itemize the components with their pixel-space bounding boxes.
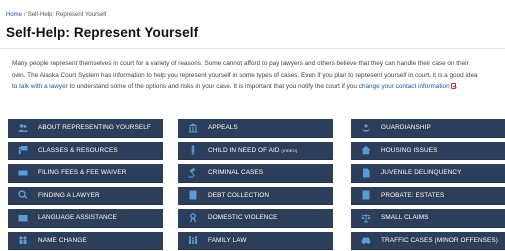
change-contact-info-link[interactable]: change your contact information [359, 83, 450, 90]
tile-label: ABOUT REPRESENTING YOURSELF [38, 124, 151, 132]
tile-small-claims[interactable]: SMALL CLAIMS [351, 209, 505, 228]
tile-label: APPEALS [208, 124, 238, 132]
tile-about-representing-yourself[interactable]: ABOUT REPRESENTING YOURSELF [8, 119, 163, 138]
calculator-icon [178, 187, 208, 205]
tile-debt-collection[interactable]: DEBT COLLECTION [178, 186, 333, 205]
search-icon [8, 187, 38, 205]
document-icon [351, 164, 381, 182]
tile-label: GUARDIANSHIP [381, 124, 431, 132]
topic-grid: ABOUT REPRESENTING YOURSELF CLASSES & RE… [8, 119, 505, 251]
presentation-icon [8, 142, 38, 160]
tile-appeals[interactable]: APPEALS [178, 119, 333, 138]
tile-housing-issues[interactable]: HOUSING ISSUES [351, 141, 505, 160]
tile-label: DEBT COLLECTION [208, 191, 270, 199]
gavel-icon [178, 164, 208, 182]
breadcrumb: Home / Self-Help: Represent Yourself [6, 12, 106, 18]
tile-guardianship[interactable]: GUARDIANSHIP [351, 119, 505, 138]
tile-family-law[interactable]: FAMILY LAW [178, 231, 333, 250]
hands-icon [351, 119, 381, 137]
money-icon [8, 164, 38, 182]
ribbon-icon [178, 209, 208, 227]
child-icon [178, 142, 208, 160]
tile-domestic-violence[interactable]: DOMESTIC VIOLENCE [178, 209, 333, 228]
tile-label: DOMESTIC VIOLENCE [208, 214, 278, 222]
courthouse-icon [178, 119, 208, 137]
tile-finding-a-lawyer[interactable]: FINDING A LAWYER [8, 186, 163, 205]
tile-criminal-cases[interactable]: CRIMINAL CASES [178, 164, 333, 183]
balance-icon [351, 209, 381, 227]
title-divider [0, 48, 505, 49]
intro-text-3: . [455, 83, 458, 91]
people-icon [8, 232, 38, 250]
tile-label: TRAFFIC CASES (MINOR OFFENSES) [381, 236, 498, 244]
breadcrumb-separator: / [24, 12, 26, 18]
pdf-icon [450, 83, 456, 90]
breadcrumb-current: Self-Help: Represent Yourself [27, 12, 107, 18]
tile-label: NAME CHANGE [38, 236, 87, 244]
tile-label: PROBATE: ESTATES [381, 191, 445, 199]
tile-label: SMALL CLAIMS [381, 214, 429, 222]
page-title: Self-Help: Represent Yourself [6, 25, 199, 40]
tile-label: JUVENILE DELINQUENCY [381, 169, 462, 177]
tile-label: FINDING A LAWYER [38, 191, 100, 199]
tile-label: CHILD IN NEED OF AID (VIDEO) [208, 147, 297, 154]
tile-filing-fees[interactable]: FILING FEES & FEE WAIVER [8, 164, 163, 183]
tile-traffic-cases[interactable]: TRAFFIC CASES (MINOR OFFENSES) [351, 231, 505, 250]
tile-label: FILING FEES & FEE WAIVER [38, 169, 127, 177]
id-card-icon [8, 209, 38, 227]
tile-name-change[interactable]: NAME CHANGE [8, 231, 163, 250]
home-icon [351, 142, 381, 160]
tile-juvenile-delinquency[interactable]: JUVENILE DELINQUENCY [351, 164, 505, 183]
tile-label: CRIMINAL CASES [208, 169, 264, 177]
tile-classes-resources[interactable]: CLASSES & RESOURCES [8, 141, 163, 160]
tile-language-assistance[interactable]: LANGUAGE ASSISTANCE [8, 209, 163, 228]
intro-text-2: to understand some of the options and ri… [67, 83, 359, 91]
tile-label: FAMILY LAW [208, 236, 247, 244]
tile-label: HOUSING ISSUES [381, 146, 438, 154]
tile-probate-estates[interactable]: PROBATE: ESTATES [351, 186, 505, 205]
car-icon [351, 232, 381, 250]
family-icon [178, 232, 208, 250]
intro-paragraph: Many people represent themselves in cour… [12, 58, 482, 93]
tile-label: CLASSES & RESOURCES [38, 146, 118, 154]
video-tag: (VIDEO) [281, 147, 298, 153]
talk-with-lawyer-link[interactable]: talk with a lawyer [19, 83, 68, 90]
breadcrumb-home-link[interactable]: Home [6, 12, 22, 18]
will-icon [351, 187, 381, 205]
tile-label: LANGUAGE ASSISTANCE [38, 214, 117, 222]
users-icon [8, 119, 38, 137]
tile-child-in-need-of-aid[interactable]: CHILD IN NEED OF AID (VIDEO) [178, 141, 333, 160]
tile-label-text: CHILD IN NEED OF AID [208, 146, 280, 154]
